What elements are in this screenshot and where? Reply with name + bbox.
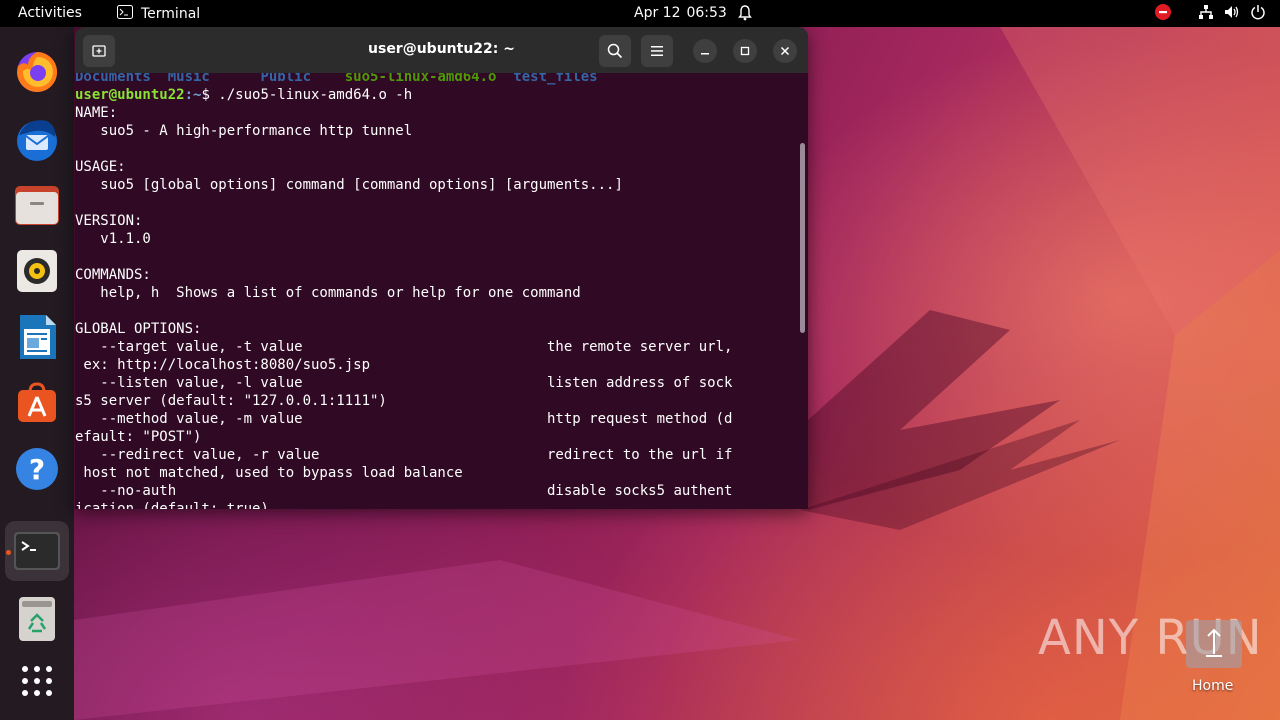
files-icon[interactable]	[5, 175, 69, 235]
trash-icon[interactable]	[5, 589, 69, 649]
prompt-user: user@ubuntu22	[75, 87, 185, 103]
terminal-output[interactable]: Documents Music Public suo5-linux-amd64.…	[75, 73, 808, 509]
output-line: suo5 - A high-performance http tunnel	[75, 123, 413, 139]
search-button[interactable]	[599, 35, 631, 67]
output-line: VERSION:	[75, 213, 143, 229]
ls-output-line: Documents Music Public suo5-linux-amd64.…	[75, 73, 732, 86]
app-menu-label: Terminal	[141, 6, 201, 22]
home-folder-icon[interactable]	[1186, 620, 1242, 668]
clock[interactable]: Apr 12 06:53	[634, 5, 727, 21]
terminal-icon[interactable]	[5, 521, 69, 581]
do-not-disturb-icon[interactable]	[1155, 3, 1171, 24]
command-text: ./suo5-linux-amd64.o -h	[218, 87, 413, 103]
dir-test-files: test_files	[513, 73, 598, 85]
dir-documents: Documents	[75, 73, 151, 85]
close-icon	[780, 46, 790, 56]
notification-bell-icon[interactable]	[738, 5, 752, 25]
terminal-titlebar[interactable]: user@ubuntu22: ~	[75, 27, 808, 73]
output-line: --redirect value, -r value redirect to t…	[75, 447, 733, 463]
output-line: v1.1.0	[75, 231, 151, 247]
output-line: s5 server (default: "127.0.0.1:1111")	[75, 393, 387, 409]
dock: ?	[0, 27, 74, 720]
power-icon[interactable]	[1250, 4, 1266, 24]
output-line: USAGE:	[75, 159, 126, 175]
system-tray[interactable]	[1155, 0, 1280, 27]
output-line: help, h Shows a list of commands or help…	[75, 285, 581, 301]
top-bar: Activities Terminal Apr 12 06:53	[0, 0, 1280, 27]
output-line: --target value, -t value the remote serv…	[75, 339, 733, 355]
dir-music: Music	[167, 73, 210, 85]
help-icon[interactable]: ?	[5, 439, 69, 499]
output-line: ex: http://localhost:8080/suo5.jsp	[75, 357, 371, 373]
maximize-icon	[740, 46, 750, 56]
minimize-icon	[701, 53, 709, 55]
command-line: user@ubuntu22:~$ ./suo5-linux-amd64.o -h	[75, 86, 732, 104]
terminal-scrollbar[interactable]	[800, 143, 805, 333]
output-line: host not matched, used to bypass load ba…	[75, 465, 463, 481]
clock-date: Apr 12	[634, 5, 681, 21]
rhythmbox-icon[interactable]	[5, 241, 69, 301]
libreoffice-writer-icon[interactable]	[5, 307, 69, 367]
prompt-symbol: $	[201, 87, 219, 103]
terminal-window[interactable]: user@ubuntu22: ~ Documents Music Public …	[75, 27, 808, 509]
output-line: efault: "POST")	[75, 429, 202, 445]
activities-button[interactable]: Activities	[18, 5, 82, 21]
output-line: GLOBAL OPTIONS:	[75, 321, 202, 337]
home-label: Home	[1192, 678, 1234, 694]
close-button[interactable]	[773, 39, 797, 63]
maximize-button[interactable]	[733, 39, 757, 63]
hamburger-icon	[651, 46, 663, 56]
file-executable: suo5-linux-amd64.o	[344, 73, 497, 85]
search-icon	[607, 43, 623, 59]
output-line: --listen value, -l value listen address …	[75, 375, 733, 391]
thunderbird-icon[interactable]	[5, 109, 69, 169]
svg-text:?: ?	[29, 453, 45, 486]
menu-button[interactable]	[641, 35, 673, 67]
app-center-icon[interactable]	[5, 373, 69, 433]
running-indicator	[6, 550, 11, 555]
prompt-path: :~	[184, 87, 202, 103]
output-line: --method value, -m value http request me…	[75, 411, 733, 427]
firefox-icon[interactable]	[5, 42, 69, 102]
show-apps-icon[interactable]	[5, 651, 69, 711]
dir-public: Public	[260, 73, 312, 85]
output-line: NAME:	[75, 105, 118, 121]
output-line: ication (default: true)	[75, 501, 269, 509]
output-line: suo5 [global options] command [command o…	[75, 177, 623, 193]
output-line: COMMANDS:	[75, 267, 151, 283]
volume-icon[interactable]	[1224, 4, 1240, 24]
output-line: --no-auth disable socks5 authent	[75, 483, 733, 499]
clock-time: 06:53	[686, 5, 727, 21]
network-icon[interactable]	[1198, 4, 1214, 24]
minimize-button[interactable]	[693, 39, 717, 63]
terminal-app-icon	[117, 5, 133, 23]
app-menu[interactable]: Terminal	[117, 5, 200, 23]
